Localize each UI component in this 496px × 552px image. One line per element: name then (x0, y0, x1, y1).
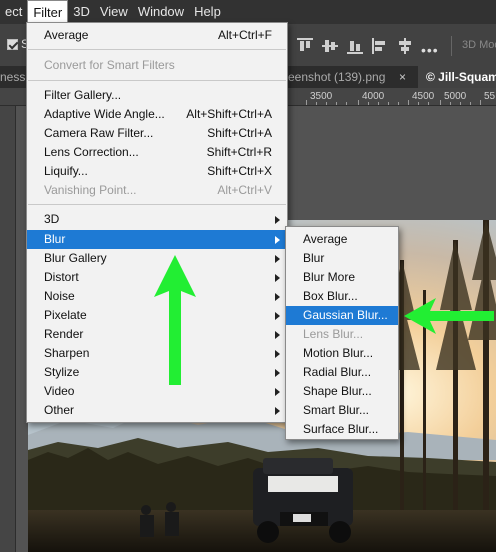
menu-item-convert-for-smart-filters[interactable]: Convert for Smart Filters (27, 56, 287, 75)
submenu-arrow-icon (275, 350, 280, 358)
document-tab-screenshot[interactable]: eenshot (139).png (288, 66, 396, 88)
blur-submenu: Average Blur Blur More Box Blur... Gauss… (285, 226, 399, 440)
menu-help[interactable]: Help (189, 0, 226, 24)
submenu-item-blur[interactable]: Blur (286, 249, 398, 268)
menu-item-filter-gallery[interactable]: Filter Gallery... (27, 86, 287, 105)
options-divider (451, 36, 452, 56)
menu-item-other[interactable]: Other (27, 401, 287, 420)
menu-select[interactable]: ect (0, 0, 27, 24)
align-left-icon[interactable] (372, 38, 388, 54)
menu-item-blur[interactable]: Blur (27, 230, 287, 249)
submenu-arrow-icon (275, 274, 280, 282)
menu-3d[interactable]: 3D (68, 0, 95, 24)
menu-separator (28, 49, 286, 50)
align-vertical-center-icon[interactable] (322, 38, 338, 54)
submenu-arrow-icon (275, 331, 280, 339)
menu-window[interactable]: Window (133, 0, 189, 24)
align-bottom-icon[interactable] (347, 38, 363, 54)
submenu-item-smart-blur[interactable]: Smart Blur... (286, 401, 398, 420)
menu-filter[interactable]: Filter (27, 0, 69, 24)
submenu-item-gaussian-blur[interactable]: Gaussian Blur... (286, 306, 398, 325)
arrow-up-icon (154, 255, 196, 385)
submenu-item-motion-blur[interactable]: Motion Blur... (286, 344, 398, 363)
menu-item-camera-raw-filter[interactable]: Camera Raw Filter... Shift+Ctrl+A (27, 124, 287, 143)
tab-close-icon[interactable]: × (399, 66, 406, 88)
menu-item-adaptive-wide-angle[interactable]: Adaptive Wide Angle... Alt+Shift+Ctrl+A (27, 105, 287, 124)
more-options-icon[interactable]: ••• (421, 42, 439, 58)
ruler-label: 4000 (362, 91, 385, 102)
submenu-item-radial-blur[interactable]: Radial Blur... (286, 363, 398, 382)
menu-bar: ect Filter 3D View Window Help (0, 0, 496, 24)
submenu-arrow-icon (275, 312, 280, 320)
ruler-label: 4500 (412, 91, 435, 102)
menu-item-3d[interactable]: 3D (27, 210, 287, 229)
ruler-label: 5000 (444, 91, 467, 102)
menu-item-vanishing-point[interactable]: Vanishing Point... Alt+Ctrl+V (27, 181, 287, 200)
menu-separator (28, 204, 286, 205)
submenu-item-average[interactable]: Average (286, 230, 398, 249)
menu-item-liquify[interactable]: Liquify... Shift+Ctrl+X (27, 162, 287, 181)
ruler-label: 55 (484, 91, 496, 102)
menu-item-lens-correction[interactable]: Lens Correction... Shift+Ctrl+R (27, 143, 287, 162)
auto-select-checkbox[interactable] (7, 39, 18, 50)
align-horizontal-center-icon[interactable] (397, 38, 413, 54)
document-tab-active[interactable]: © Jill-Squam (418, 66, 496, 88)
submenu-arrow-icon (275, 293, 280, 301)
ruler-label: 3500 (310, 91, 333, 102)
menu-view[interactable]: View (95, 0, 133, 24)
3d-mode-label: 3D Mod (462, 39, 496, 51)
submenu-arrow-icon (275, 369, 280, 377)
submenu-item-blur-more[interactable]: Blur More (286, 268, 398, 287)
submenu-arrow-icon (275, 407, 280, 415)
arrow-left-icon (404, 298, 494, 334)
vertical-ruler (0, 106, 16, 552)
submenu-arrow-icon (275, 388, 280, 396)
menu-item-average[interactable]: Average Alt+Ctrl+F (27, 26, 287, 45)
submenu-item-surface-blur[interactable]: Surface Blur... (286, 420, 398, 439)
menu-separator (28, 80, 286, 81)
submenu-arrow-icon (275, 236, 280, 244)
submenu-arrow-icon (275, 216, 280, 224)
submenu-item-box-blur[interactable]: Box Blur... (286, 287, 398, 306)
submenu-arrow-icon (275, 255, 280, 263)
align-top-icon[interactable] (297, 38, 313, 54)
submenu-item-shape-blur[interactable]: Shape Blur... (286, 382, 398, 401)
submenu-item-lens-blur[interactable]: Lens Blur... (286, 325, 398, 344)
